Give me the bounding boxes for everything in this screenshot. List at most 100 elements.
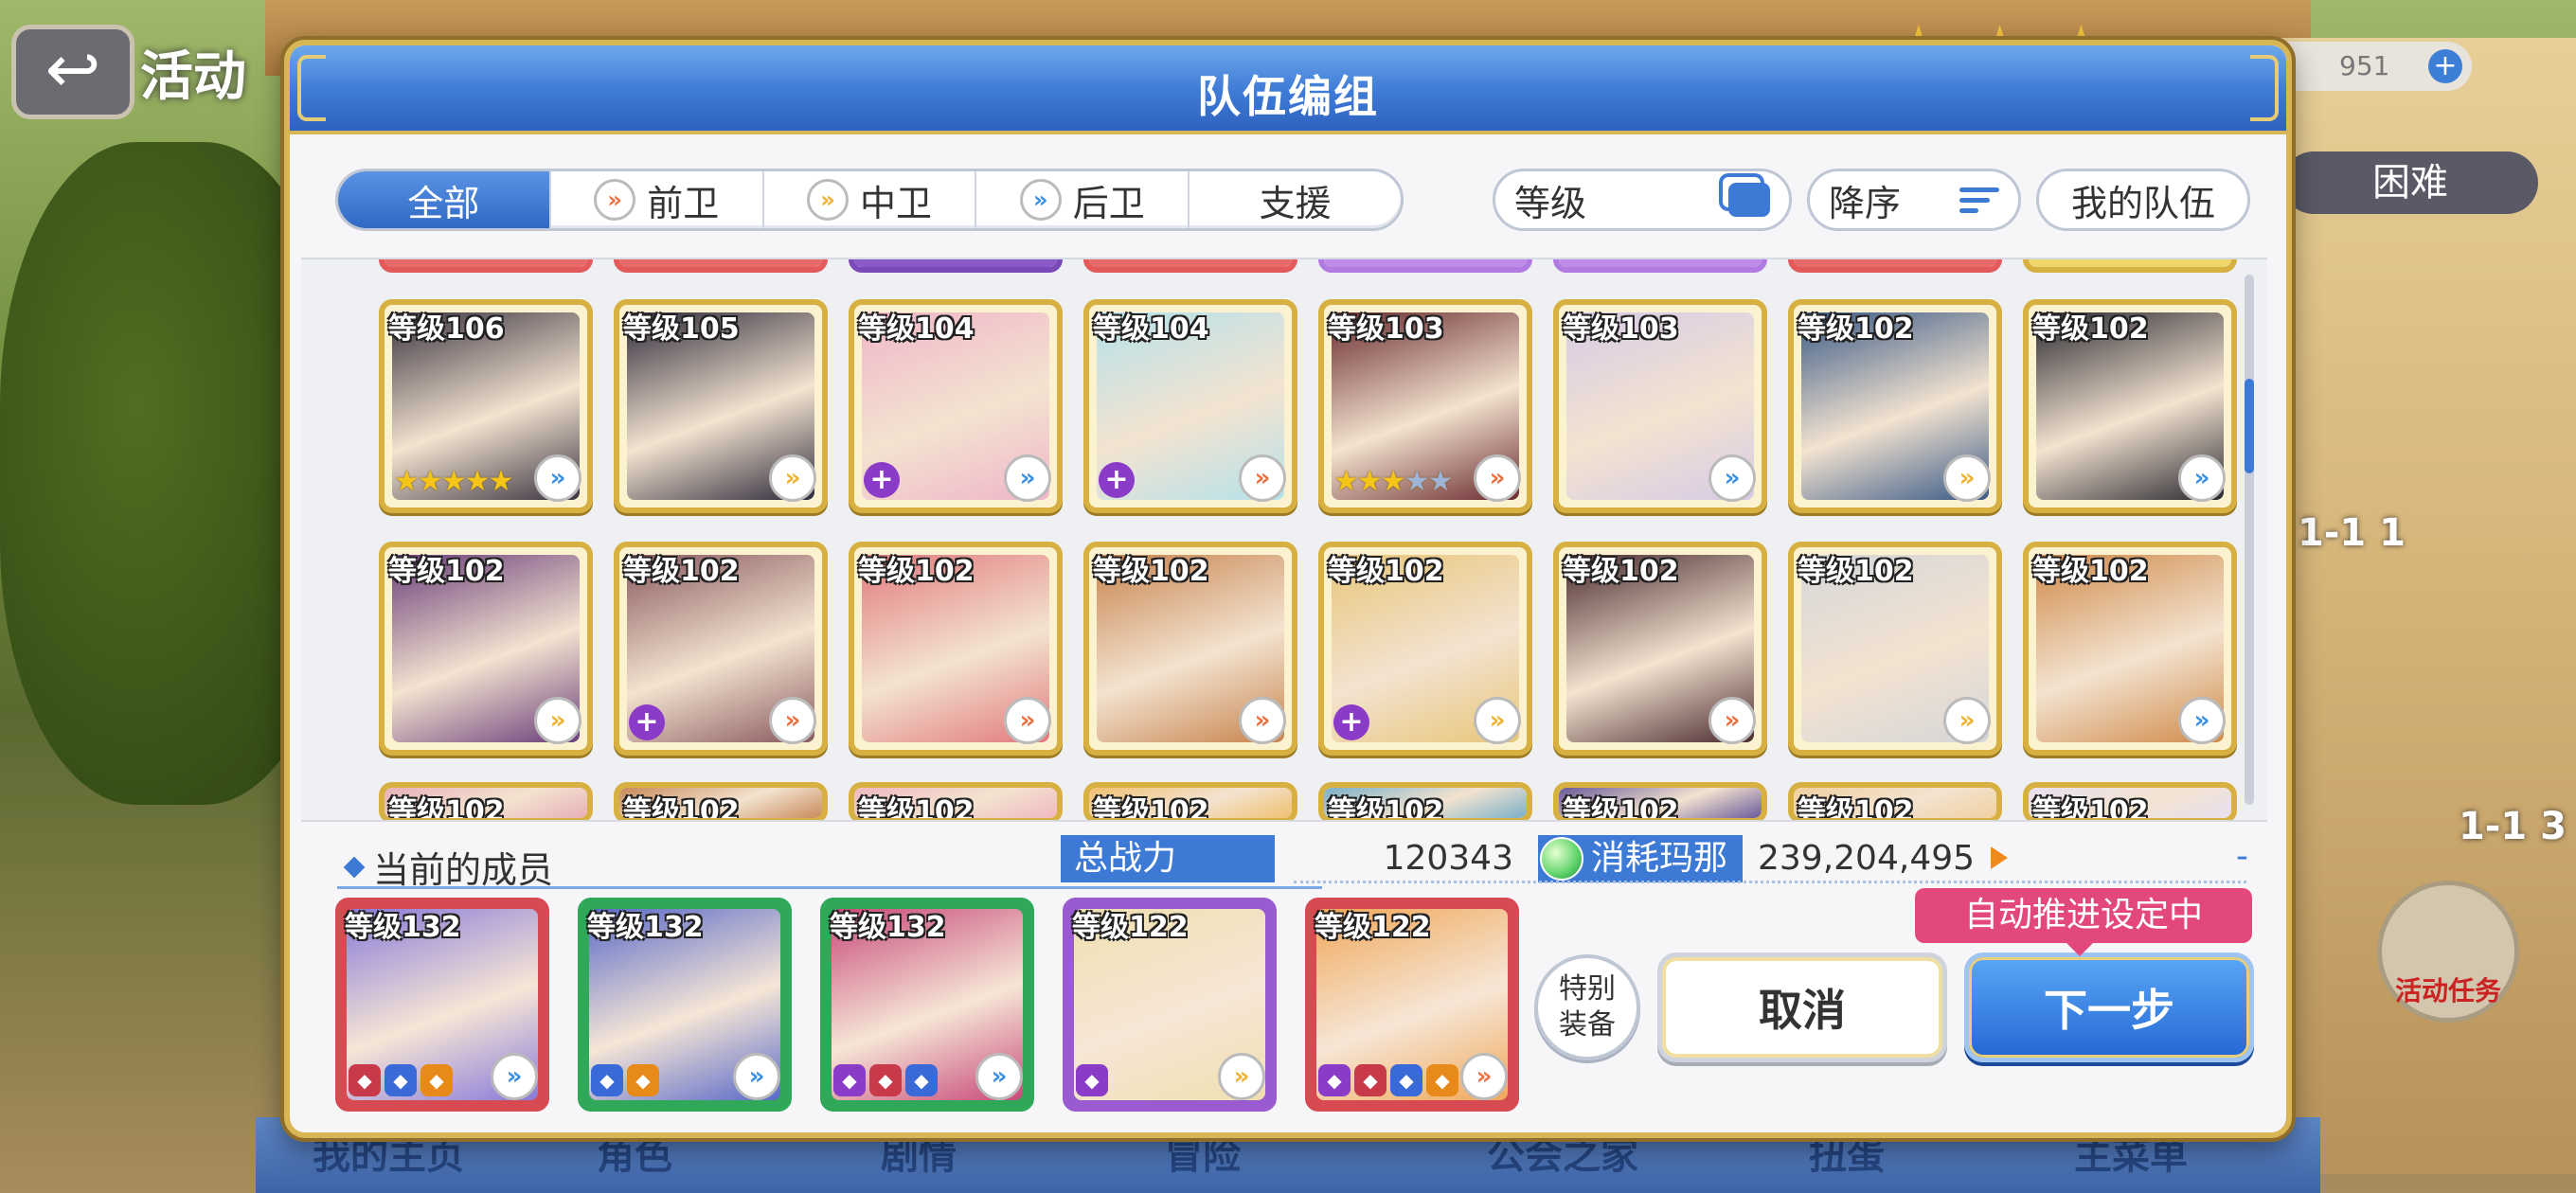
member-level: 等级132 <box>345 911 461 944</box>
character-card[interactable]: 等级102 <box>379 782 593 822</box>
character-card[interactable]: 等级103 » <box>1553 299 1767 513</box>
front-role-icon: » <box>1004 697 1051 744</box>
character-card[interactable]: 等级102 <box>1788 782 2002 822</box>
front-role-icon: » <box>1708 697 1756 744</box>
character-card[interactable]: 等级102 » <box>2023 299 2237 513</box>
front-role-icon: » <box>1239 697 1286 744</box>
character-card[interactable]: 等级102 <box>849 782 1063 820</box>
mid-role-icon: » <box>1943 697 1991 744</box>
character-card-cut[interactable] <box>1318 259 1532 273</box>
grid-scrollbar[interactable] <box>2245 275 2254 805</box>
mid-role-icon: » <box>769 454 816 502</box>
character-card-cut[interactable] <box>379 259 593 273</box>
tab-front[interactable]: » 前卫 <box>551 171 764 228</box>
tab-mid[interactable]: » 中卫 <box>764 171 977 228</box>
member-card[interactable]: 等级132 » ◆ ◆ <box>578 898 792 1112</box>
sort-order-button[interactable]: 降序 <box>1807 169 2021 231</box>
skill-badge-icon: ◆ <box>420 1064 453 1096</box>
character-level: 等级102 <box>1798 555 1914 588</box>
tab-support[interactable]: 支援 <box>1190 171 1401 228</box>
scroll-thumb[interactable] <box>2245 379 2254 473</box>
dialog-header: 队伍编组 <box>290 45 2286 134</box>
character-level: 等级102 <box>1563 555 1679 588</box>
character-card[interactable]: 等级102 » <box>1083 542 1297 756</box>
character-card[interactable]: 等级106 » ★★★★★ <box>379 299 593 513</box>
skill-badge-icon: ◆ <box>385 1064 417 1096</box>
total-power-value: 120343 <box>1383 839 1513 878</box>
character-card-cut[interactable] <box>1083 259 1297 273</box>
character-card[interactable]: 等级104 » + <box>849 299 1063 513</box>
character-card[interactable]: 等级102 <box>2023 782 2237 822</box>
tab-all[interactable]: 全部 <box>338 171 551 228</box>
character-card[interactable]: 等级102 » + <box>1318 542 1532 756</box>
skill-badge-icon: ◆ <box>349 1064 381 1096</box>
auto-progress-tip: 自动推进设定中 <box>1915 888 2252 956</box>
back-button[interactable]: ↩ <box>11 25 134 119</box>
character-level: 等级102 <box>2032 312 2149 346</box>
character-card-cut[interactable] <box>2023 259 2237 273</box>
skill-badges: ◆ <box>1076 1064 1108 1096</box>
character-level: 等级102 <box>858 555 975 588</box>
portrait <box>1324 259 1527 267</box>
skill-badge-icon: ◆ <box>1318 1064 1351 1096</box>
mid-role-icon: » <box>1474 697 1521 744</box>
skill-badge-icon: ◆ <box>627 1064 659 1096</box>
character-card-cut[interactable] <box>1553 259 1767 273</box>
character-card-cut[interactable] <box>849 259 1063 273</box>
add-jewel-button[interactable]: + <box>2428 49 2462 83</box>
difficulty-button[interactable]: 困难 <box>2282 151 2538 214</box>
next-button[interactable]: 下一步 <box>1964 953 2254 1062</box>
next-label: 下一步 <box>2044 985 2174 1036</box>
character-card[interactable]: 等级102 <box>1318 782 1532 820</box>
character-card[interactable]: 等级104 » + <box>1083 299 1297 513</box>
mission-button[interactable]: 活动任务 <box>2377 881 2519 1023</box>
my-team-button[interactable]: 我的队伍 <box>2036 169 2250 231</box>
character-card[interactable]: 等级102 » <box>1788 299 2002 513</box>
character-card[interactable]: 等级102 » <box>1788 542 2002 756</box>
character-grid[interactable]: 等级106 » ★★★★★ 等级105 » 等级104 » + 等级104 » + 等级103 » ★★★… <box>301 258 2267 822</box>
character-level: 等级102 <box>388 795 505 822</box>
member-card[interactable]: 等级122» ◆ ◆ ◆ ◆ <box>1305 898 1519 1112</box>
character-level: 等级102 <box>2032 795 2149 822</box>
character-card[interactable]: 等级102 » + <box>614 542 828 756</box>
character-level: 等级103 <box>1328 312 1444 346</box>
character-card[interactable]: 等级102 » <box>849 542 1063 756</box>
character-card-cut[interactable] <box>614 259 828 273</box>
back-role-icon: » <box>491 1053 538 1100</box>
star-rating-icon: ★★★★★ <box>394 465 513 498</box>
sort-order-label: 降序 <box>1829 182 1902 224</box>
character-card[interactable]: 等级102 » <box>379 542 593 756</box>
skill-badge-icon: ◆ <box>833 1064 866 1096</box>
character-card[interactable]: 等级105 » <box>614 299 828 513</box>
character-card[interactable]: 等级102 <box>614 782 828 820</box>
mid-role-icon: » <box>1218 1053 1265 1100</box>
cancel-button[interactable]: 取消 <box>1657 953 1947 1062</box>
member-card[interactable]: 等级132» ◆ ◆ ◆ <box>820 898 1034 1112</box>
character-card[interactable]: 等级103 » ★★★★★ <box>1318 299 1532 513</box>
character-card-cut[interactable] <box>1788 259 2002 273</box>
character-level: 等级102 <box>1798 795 1914 822</box>
member-card[interactable]: 等级122 » ◆ <box>1063 898 1277 1112</box>
mid-role-icon: » <box>534 697 581 744</box>
character-card[interactable]: 等级102 » <box>1553 542 1767 756</box>
portrait <box>2029 259 2231 267</box>
front-role-icon: » <box>1239 454 1286 502</box>
sort-level-button[interactable]: 等级 <box>1493 169 1792 231</box>
character-card[interactable]: 等级102 <box>1083 782 1297 820</box>
current-members: 等级132» ◆ ◆ ◆ 等级132» ◆ ◆ 等级132» ◆ ◆ ◆ 等级122» ◆ 等级122» ◆… <box>335 898 1519 1112</box>
portrait <box>1089 259 1292 267</box>
character-level: 等级102 <box>1328 555 1444 588</box>
back-role-icon: » <box>534 454 581 502</box>
character-card[interactable]: 等级102 <box>1553 782 1767 820</box>
member-level: 等级122 <box>1315 911 1431 944</box>
dotted-divider <box>1294 881 2246 883</box>
current-members-label: 当前的成员 <box>373 849 554 891</box>
character-card[interactable]: 等级102 » <box>2023 542 2237 756</box>
tab-back[interactable]: » 后卫 <box>976 171 1190 228</box>
front-role-icon: » <box>1474 454 1521 502</box>
character-level: 等级104 <box>858 312 975 346</box>
skill-badge-icon: ◆ <box>905 1064 938 1096</box>
skill-badge-icon: ◆ <box>1076 1064 1108 1096</box>
special-equipment-button[interactable]: 特别装备 <box>1534 954 1640 1060</box>
member-card[interactable]: 等级132» ◆ ◆ ◆ <box>335 898 549 1112</box>
